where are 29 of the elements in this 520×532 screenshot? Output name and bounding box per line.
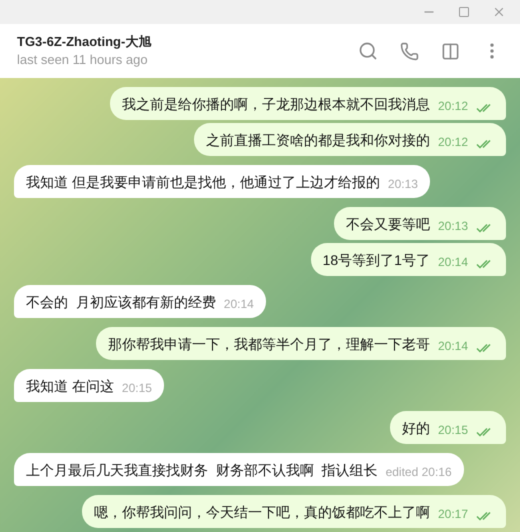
- message-text: 不会又要等吧: [346, 215, 430, 233]
- message-text: 上个月最后几天我直接找财务 财务部不认我啊 指认组长: [26, 461, 378, 479]
- message-text: 我知道 但是我要申请前也是找他，他通过了上边才给报的: [26, 173, 380, 191]
- message-time: 20:14: [224, 297, 254, 311]
- message-time: 20:15: [122, 381, 152, 395]
- search-icon[interactable]: [358, 41, 378, 61]
- message-time: 20:12: [438, 99, 468, 113]
- message-text: 之前直播工资啥的都是我和你对接的: [206, 131, 430, 149]
- message-time: 20:15: [438, 423, 468, 437]
- side-panel-icon[interactable]: [441, 42, 460, 60]
- message-text: 不会的 月初应该都有新的经费: [26, 293, 216, 311]
- message-text: 18号等到了1号了: [322, 251, 430, 269]
- message-time: 20:13: [438, 219, 468, 233]
- phone-icon[interactable]: [400, 42, 419, 60]
- message-time: 20:14: [438, 255, 468, 269]
- message-time: 20:14: [438, 339, 468, 353]
- message-text: 我之前是给你播的啊，子龙那边根本就不回我消息: [122, 95, 430, 113]
- close-icon[interactable]: [492, 5, 506, 19]
- chat-title: TG3-6Z-Zhaoting-大旭: [17, 33, 152, 51]
- message-time: 20:12: [438, 135, 468, 149]
- message-text: 嗯，你帮我问问，今天结一下吧，真的饭都吃不上了啊: [94, 503, 430, 521]
- maximize-icon[interactable]: [458, 6, 470, 18]
- message-text: 好的: [402, 419, 430, 437]
- message-time: 20:17: [438, 507, 468, 521]
- message-text: 那你帮我申请一下，我都等半个月了，理解一下老哥: [108, 335, 430, 353]
- message-text: 我知道 在问这: [26, 377, 114, 395]
- message-time: edited 20:16: [386, 465, 452, 479]
- message-time: 20:13: [388, 177, 418, 191]
- last-seen-status: last seen 11 hours ago: [17, 51, 149, 69]
